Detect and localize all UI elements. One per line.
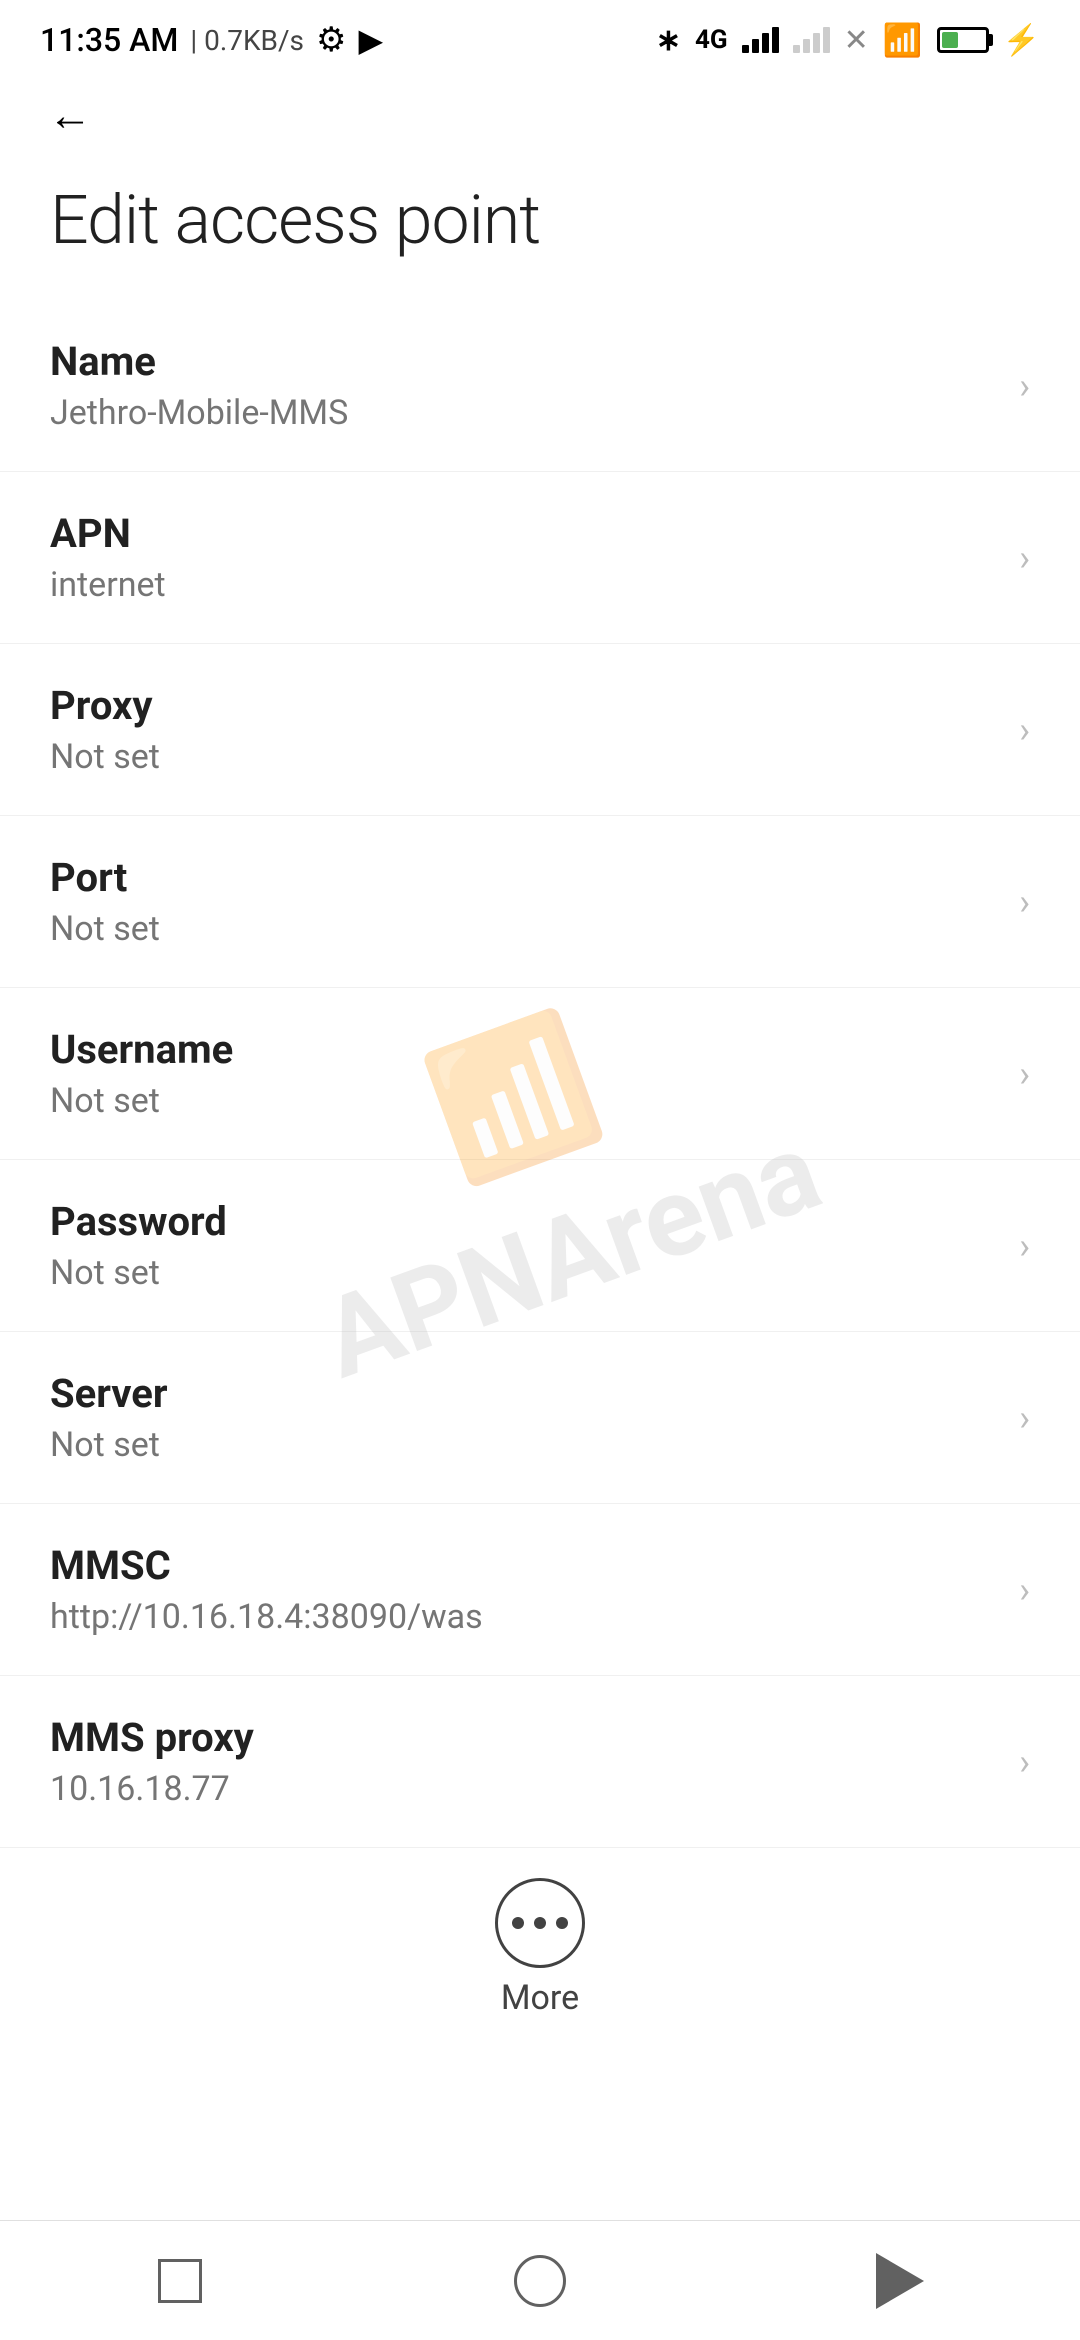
settings-label: Password xyxy=(50,1198,999,1245)
settings-value: Jethro-Mobile-MMS xyxy=(50,393,999,433)
settings-value: Not set xyxy=(50,1253,999,1293)
no-signal-icon: ✕ xyxy=(844,23,869,58)
settings-item-content: APN internet xyxy=(50,510,999,605)
settings-item-username[interactable]: Username Not set › xyxy=(0,988,1080,1160)
chevron-right-icon: › xyxy=(1019,1397,1030,1439)
back-nav-icon xyxy=(876,2253,924,2309)
settings-label: Username xyxy=(50,1026,999,1073)
status-speed: | 0.7KB/s xyxy=(190,24,304,57)
settings-item-proxy[interactable]: Proxy Not set › xyxy=(0,644,1080,816)
settings-item-apn[interactable]: APN internet › xyxy=(0,472,1080,644)
back-nav-button[interactable] xyxy=(850,2241,950,2321)
chevron-right-icon: › xyxy=(1019,709,1030,751)
settings-label: Port xyxy=(50,854,999,901)
settings-item-content: MMS proxy 10.16.18.77 xyxy=(50,1714,999,1809)
settings-item-server[interactable]: Server Not set › xyxy=(0,1332,1080,1504)
page-title: Edit access point xyxy=(0,150,1080,300)
settings-value: internet xyxy=(50,565,999,605)
back-button[interactable]: ← xyxy=(40,85,100,145)
settings-label: Name xyxy=(50,338,999,385)
settings-label: Proxy xyxy=(50,682,999,729)
settings-value: 10.16.18.77 xyxy=(50,1769,999,1809)
chevron-right-icon: › xyxy=(1019,365,1030,407)
back-arrow-icon: ← xyxy=(48,89,92,141)
chevron-right-icon: › xyxy=(1019,1569,1030,1611)
settings-item-name[interactable]: Name Jethro-Mobile-MMS › xyxy=(0,300,1080,472)
settings-item-password[interactable]: Password Not set › xyxy=(0,1160,1080,1332)
status-bar: 11:35 AM | 0.7KB/s ⚙ ▶ ∗ 4G ✕ 📶 ⚡ xyxy=(0,0,1080,80)
settings-value: Not set xyxy=(50,1081,999,1121)
settings-value: http://10.16.18.4:38090/was xyxy=(50,1597,999,1637)
chevron-right-icon: › xyxy=(1019,1741,1030,1783)
video-icon: ▶ xyxy=(358,21,383,59)
settings-item-content: Username Not set xyxy=(50,1026,999,1121)
settings-label: APN xyxy=(50,510,999,557)
settings-list: Name Jethro-Mobile-MMS › APN internet › … xyxy=(0,300,1080,1848)
chevron-right-icon: › xyxy=(1019,537,1030,579)
chevron-right-icon: › xyxy=(1019,881,1030,923)
home-icon xyxy=(514,2255,566,2307)
status-right: ∗ 4G ✕ 📶 ⚡ xyxy=(656,21,1040,59)
settings-item-port[interactable]: Port Not set › xyxy=(0,816,1080,988)
more-dots-icon xyxy=(512,1917,568,1929)
wifi-icon: 📶 xyxy=(883,21,923,59)
settings-icon: ⚙ xyxy=(316,20,346,60)
settings-item-content: Proxy Not set xyxy=(50,682,999,777)
settings-value: Not set xyxy=(50,909,999,949)
chevron-right-icon: › xyxy=(1019,1053,1030,1095)
more-button[interactable] xyxy=(495,1878,585,1968)
charging-icon: ⚡ xyxy=(1003,23,1040,58)
signal-bars-2 xyxy=(793,27,830,53)
settings-label: MMS proxy xyxy=(50,1714,999,1761)
recents-icon xyxy=(158,2259,202,2303)
status-left: 11:35 AM | 0.7KB/s ⚙ ▶ xyxy=(40,20,383,60)
more-section: More xyxy=(0,1848,1080,2038)
chevron-right-icon: › xyxy=(1019,1225,1030,1267)
battery xyxy=(937,27,989,53)
settings-value: Not set xyxy=(50,1425,999,1465)
settings-label: Server xyxy=(50,1370,999,1417)
more-label: More xyxy=(501,1978,579,2018)
signal-bars-1 xyxy=(742,27,779,53)
settings-item-content: Server Not set xyxy=(50,1370,999,1465)
status-time: 11:35 AM xyxy=(40,21,178,59)
bluetooth-icon: ∗ xyxy=(656,23,681,58)
settings-item-mmsc[interactable]: MMSC http://10.16.18.4:38090/was › xyxy=(0,1504,1080,1676)
settings-item-mms-proxy[interactable]: MMS proxy 10.16.18.77 › xyxy=(0,1676,1080,1848)
settings-label: MMSC xyxy=(50,1542,999,1589)
signal-4g-icon: 4G xyxy=(695,25,728,55)
settings-value: Not set xyxy=(50,737,999,777)
recents-button[interactable] xyxy=(130,2241,230,2321)
settings-item-content: Name Jethro-Mobile-MMS xyxy=(50,338,999,433)
settings-item-content: MMSC http://10.16.18.4:38090/was xyxy=(50,1542,999,1637)
nav-bar: ← xyxy=(0,80,1080,150)
settings-item-content: Port Not set xyxy=(50,854,999,949)
settings-item-content: Password Not set xyxy=(50,1198,999,1293)
home-button[interactable] xyxy=(490,2241,590,2321)
bottom-nav xyxy=(0,2220,1080,2340)
